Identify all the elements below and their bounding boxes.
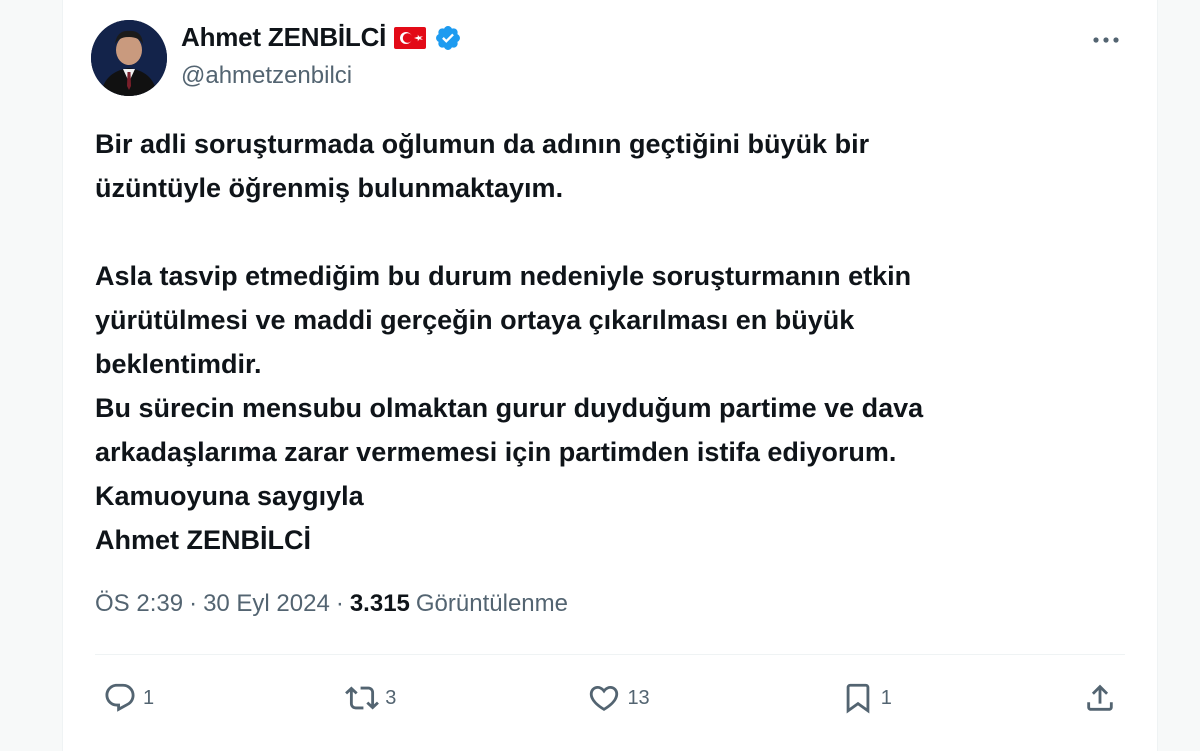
reply-count: 1 — [143, 686, 155, 709]
bookmark-count: 1 — [880, 686, 892, 709]
share-icon — [1087, 684, 1113, 711]
display-name[interactable]: Ahmet ZENBİLCİ — [181, 22, 462, 53]
tweet-text: Bir adli soruşturmada oğlumun da adının … — [95, 129, 924, 555]
action-bar: 1 3 13 1 — [103, 676, 1117, 720]
reply-button[interactable]: 1 — [103, 681, 154, 715]
bookmark-icon — [846, 683, 870, 714]
divider — [95, 654, 1125, 655]
bookmark-button[interactable]: 1 — [841, 681, 892, 715]
more-options-icon[interactable] — [1091, 30, 1121, 50]
avatar[interactable] — [91, 20, 167, 96]
turkey-flag-icon — [394, 26, 427, 49]
views-label: Görüntülenme — [415, 590, 568, 617]
tweet-card: Ahmet ZENBİLCİ @ahmetzenbilci Bir adli s… — [62, 0, 1158, 751]
meta-separator: · — [335, 590, 344, 617]
tweet-meta: ÖS 2:39 · 30 Eyl 2024 · 3.315 Görüntülen… — [95, 590, 568, 618]
meta-separator: · — [189, 590, 198, 617]
retweet-button[interactable]: 3 — [345, 681, 396, 715]
views-count: 3.315 — [349, 590, 410, 617]
heart-icon — [590, 685, 619, 711]
share-button[interactable] — [1083, 681, 1117, 715]
reply-icon — [105, 683, 135, 712]
display-name-text: Ahmet ZENBİLCİ — [181, 22, 387, 52]
retweet-icon — [345, 686, 380, 710]
tweet-date[interactable]: 30 Eyl 2024 — [203, 590, 330, 618]
retweet-count: 3 — [385, 686, 397, 709]
user-handle[interactable]: @ahmetzenbilci — [181, 62, 352, 90]
verified-badge-icon — [436, 25, 461, 50]
like-count: 13 — [627, 686, 650, 709]
tweet-time[interactable]: ÖS 2:39 — [95, 590, 183, 618]
like-button[interactable]: 13 — [587, 681, 650, 715]
